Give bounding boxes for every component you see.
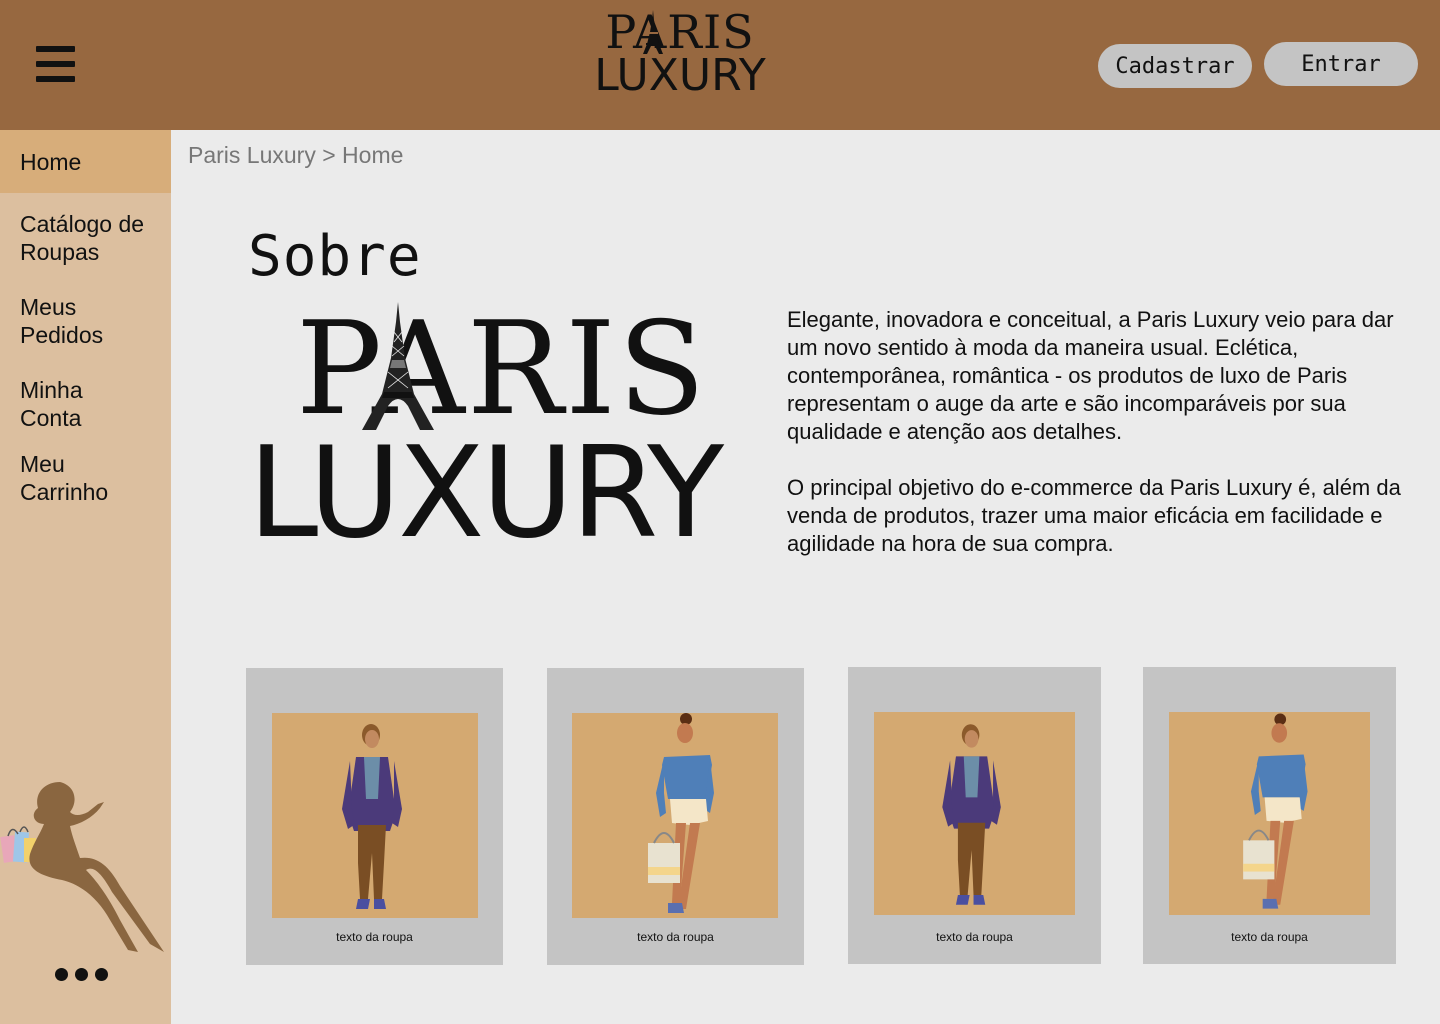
product-caption: texto da roupa xyxy=(1231,930,1308,944)
product-image[interactable] xyxy=(1169,712,1370,915)
eiffel-tower-icon xyxy=(362,302,434,430)
top-header: PARIS LUXURY Cadastrar Entrar xyxy=(0,0,1440,130)
sidebar-item-label: Minha Conta xyxy=(20,377,83,431)
hamburger-menu-icon[interactable] xyxy=(36,46,76,84)
product-card-2[interactable]: texto da roupa xyxy=(547,668,804,965)
about-paragraph-1: Elegante, inovadora e conceitual, a Pari… xyxy=(787,307,1394,444)
product-image[interactable] xyxy=(572,713,778,918)
logo-luxury-text: LUXURY xyxy=(594,50,766,101)
eiffel-tower-icon xyxy=(643,10,663,54)
header-logo[interactable]: PARIS LUXURY xyxy=(580,6,780,106)
sidebar-item-account[interactable]: Minha Conta xyxy=(0,376,120,432)
product-card-4[interactable]: texto da roupa xyxy=(1143,667,1396,964)
sidebar-item-catalog[interactable]: Catálogo de Roupas xyxy=(0,210,150,266)
woman-outfit-illustration xyxy=(648,713,714,913)
more-options-icon[interactable] xyxy=(55,968,108,981)
sidebar-item-label: Catálogo de Roupas xyxy=(20,211,145,265)
register-button[interactable]: Cadastrar xyxy=(1098,44,1252,88)
product-image[interactable] xyxy=(272,713,478,918)
man-outfit-illustration xyxy=(942,724,1001,905)
logo-paris-text: PARIS xyxy=(605,5,755,59)
product-caption: texto da roupa xyxy=(336,930,413,944)
woman-outfit-illustration xyxy=(1243,713,1308,909)
sidebar-nav: Home Catálogo de Roupas Meus Pedidos Min… xyxy=(0,130,171,1024)
login-button[interactable]: Entrar xyxy=(1264,42,1418,86)
about-text: Elegante, inovadora e conceitual, a Pari… xyxy=(787,306,1407,558)
sidebar-item-label: Meu Carrinho xyxy=(20,451,109,505)
product-image[interactable] xyxy=(874,712,1075,915)
sidebar-item-label: Home xyxy=(20,148,82,175)
about-logo-luxury-text: LUXURY xyxy=(248,419,724,566)
product-caption: texto da roupa xyxy=(637,930,714,944)
sidebar-item-label: Meus Pedidos xyxy=(20,294,104,348)
product-card-1[interactable]: texto da roupa xyxy=(246,668,503,965)
about-heading: Sobre xyxy=(248,224,422,289)
about-paragraph-2: O principal objetivo do e-commerce da Pa… xyxy=(787,475,1401,556)
breadcrumb[interactable]: Paris Luxury > Home xyxy=(188,142,403,169)
about-logo: PARIS LUXURY xyxy=(248,300,768,560)
sidebar-item-home[interactable]: Home xyxy=(0,130,171,193)
sidebar-item-cart[interactable]: Meu Carrinho xyxy=(0,450,130,506)
product-card-3[interactable]: texto da roupa xyxy=(848,667,1101,964)
product-caption: texto da roupa xyxy=(936,930,1013,944)
man-outfit-illustration xyxy=(342,724,402,909)
sidebar-item-orders[interactable]: Meus Pedidos xyxy=(0,293,130,349)
woman-with-bags-illustration xyxy=(0,782,165,952)
